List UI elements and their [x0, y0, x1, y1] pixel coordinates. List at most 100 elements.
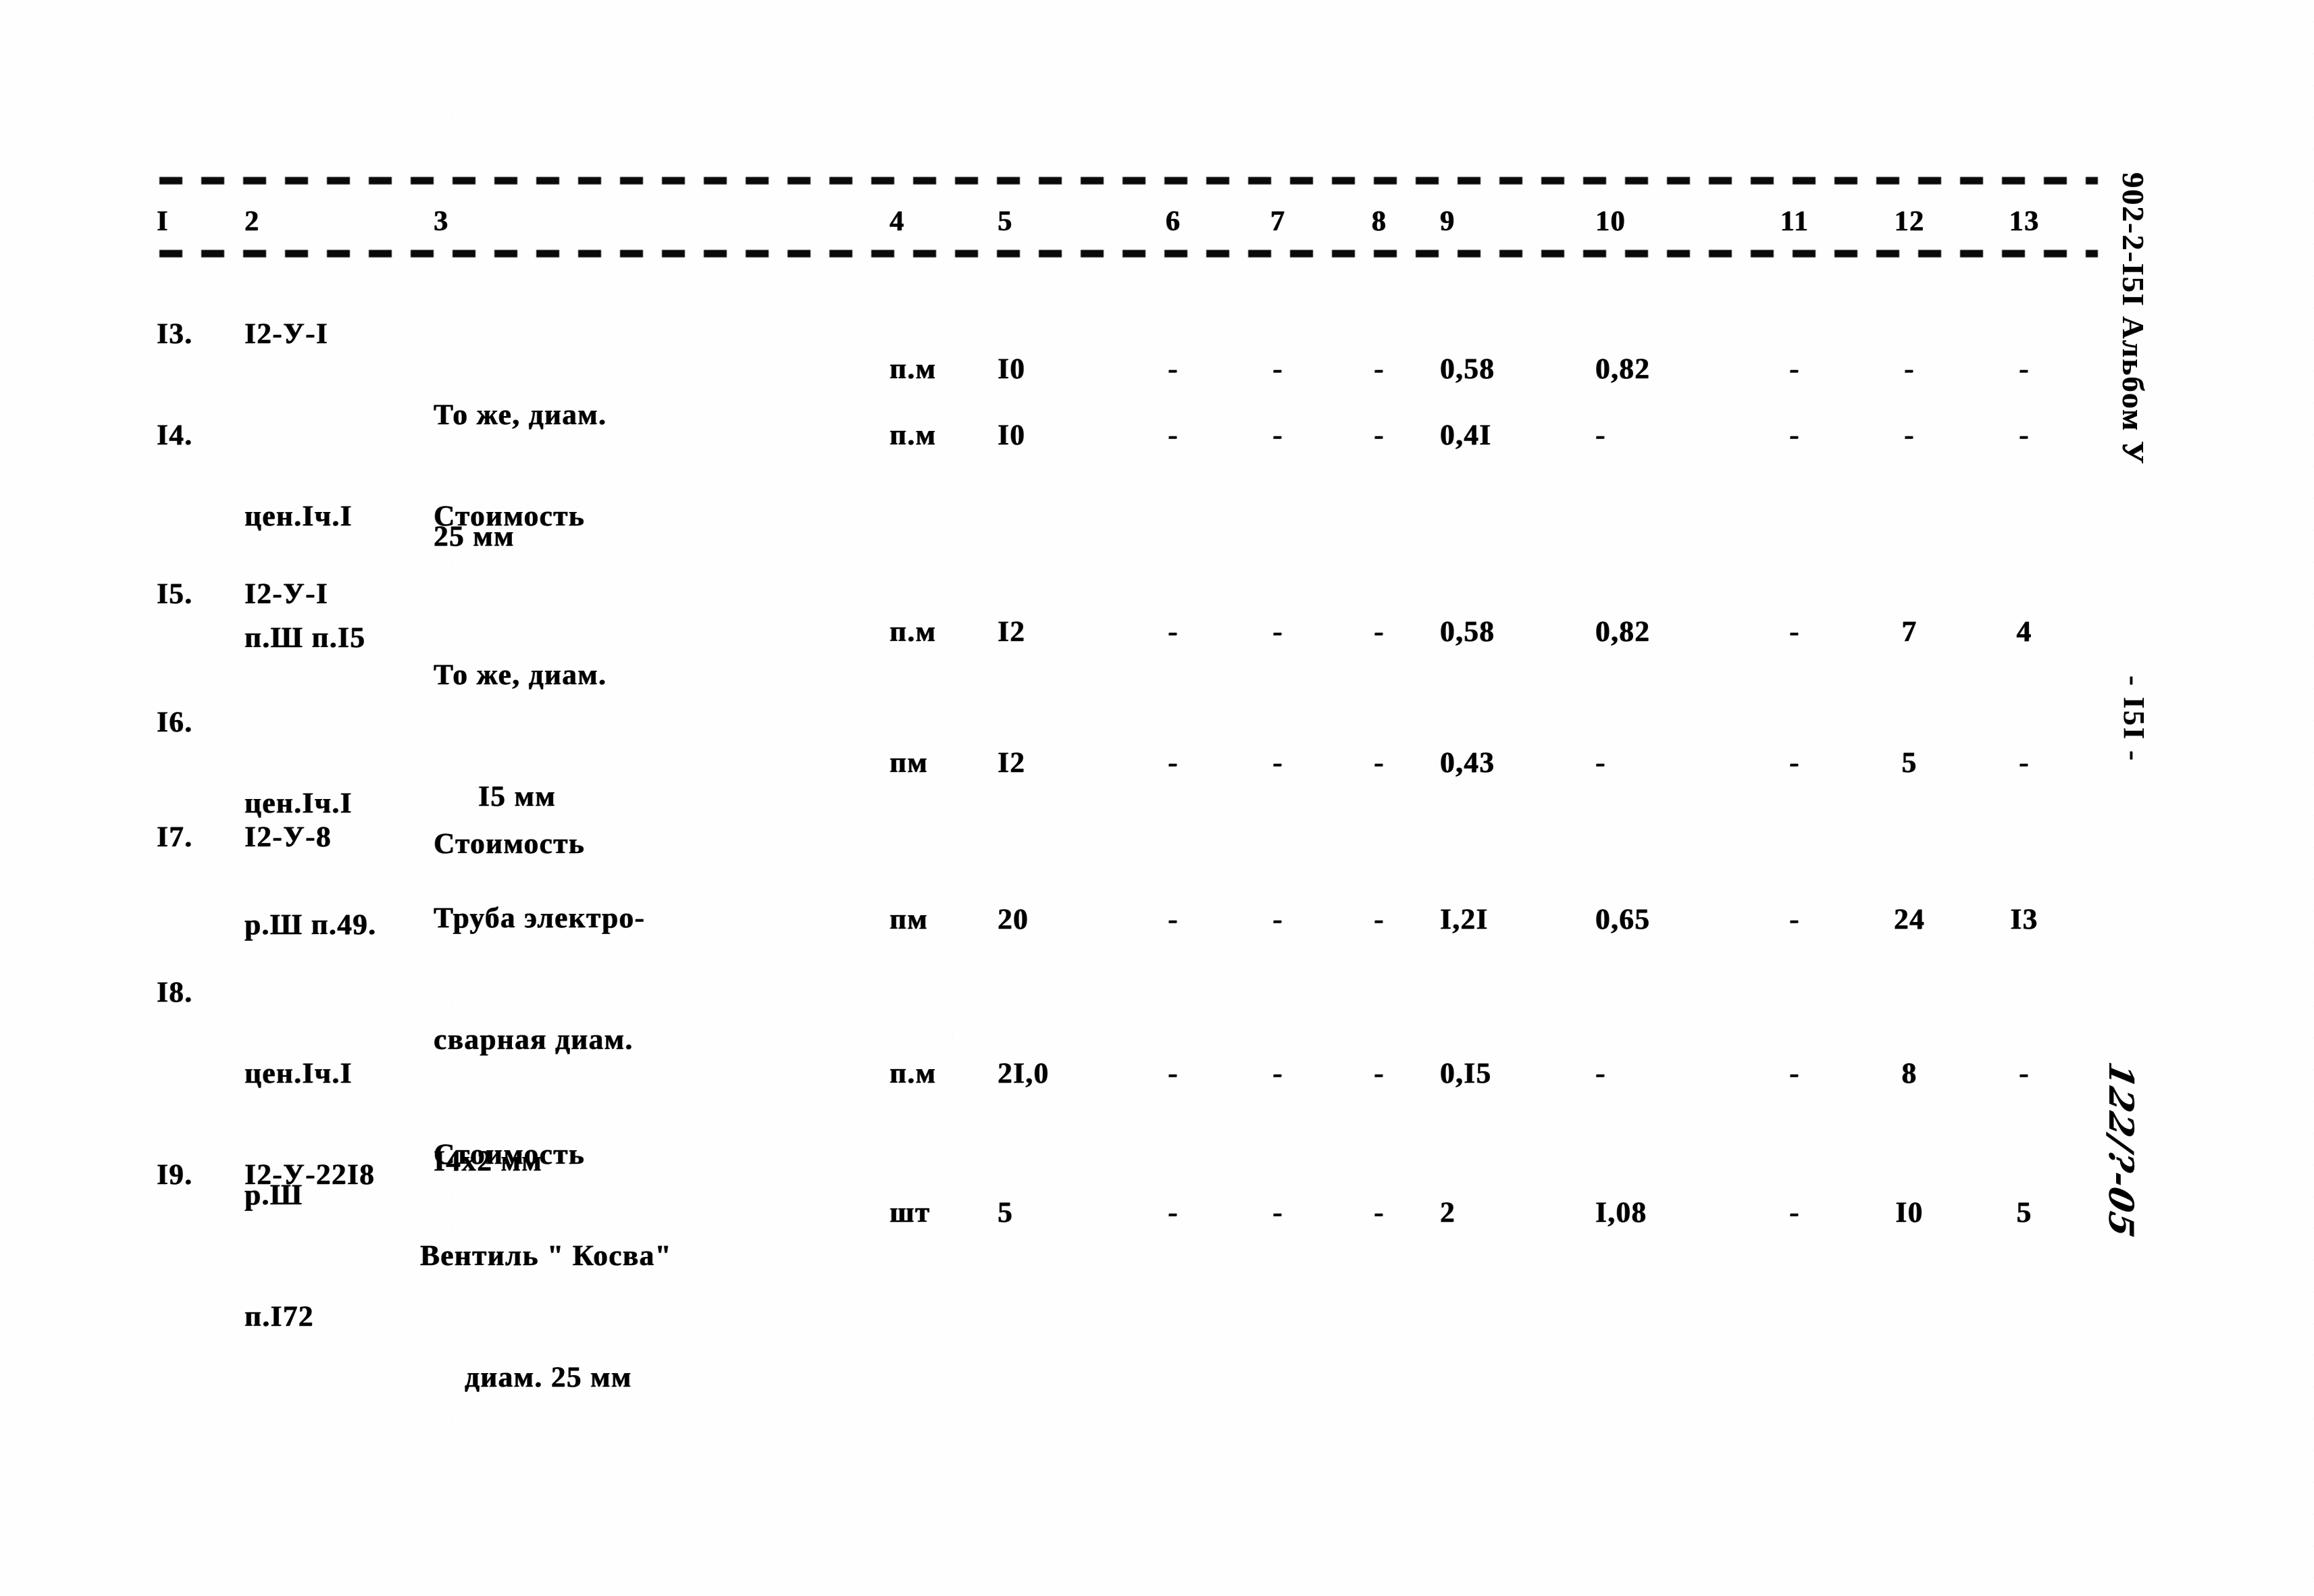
row-col8: - [1374, 1058, 1385, 1089]
row-col11: - [1789, 419, 1800, 451]
row-col13: - [2019, 419, 2030, 451]
row-index: I5. [157, 578, 193, 610]
row-col13: - [2019, 353, 2030, 385]
handwritten-note: 122/?-05 [2101, 1058, 2141, 1242]
row-code-line: цен.Iч.I [245, 1058, 353, 1089]
column-header-8: 8 [1371, 206, 1387, 237]
row-col10: 0,82 [1595, 616, 1651, 648]
row-col13: - [2019, 747, 2030, 779]
row-col12: - [1904, 353, 1915, 385]
row-col8: - [1374, 616, 1385, 648]
row-index: I8. [157, 977, 193, 1008]
row-unit: пм [890, 747, 929, 779]
row-col10: - [1595, 747, 1606, 779]
description-line: диам. 25 мм [465, 1362, 632, 1393]
row-col6: - [1168, 1058, 1179, 1089]
row-code: I2-У-I [245, 318, 329, 350]
row-col9: 0,43 [1440, 747, 1495, 779]
row-col9: 2 [1440, 1197, 1456, 1229]
description-line: Стоимость [434, 500, 585, 532]
row-col12: - [1904, 419, 1915, 451]
row-col8: - [1374, 419, 1385, 451]
row-code-line: п.I72 [245, 1301, 314, 1333]
row-unit: п.м [890, 419, 937, 451]
row-col12: 8 [1901, 1058, 1918, 1089]
row-col13: I3 [2010, 904, 2038, 935]
row-col11: - [1789, 1197, 1800, 1229]
row-col9: 0,58 [1440, 353, 1495, 385]
table-row: I5. I2-У-I То же, диам. I5 мм п.м I2 - -… [157, 574, 2088, 813]
row-unit: п.м [890, 616, 937, 648]
row-col6: - [1168, 419, 1179, 451]
column-header-13: 13 [2009, 206, 2040, 237]
row-unit: п.м [890, 1058, 937, 1089]
row-qty: I2 [998, 747, 1026, 779]
row-col11: - [1789, 904, 1800, 935]
row-col6: - [1168, 1197, 1179, 1229]
table-header-bottom-rule [159, 250, 2098, 257]
row-col13: 5 [2016, 1197, 2032, 1229]
row-unit: шт [890, 1197, 931, 1229]
column-header-3: 3 [434, 206, 449, 237]
row-col7: - [1272, 353, 1283, 385]
row-code-line: цен.Iч.I [245, 500, 353, 532]
row-col7: - [1272, 1058, 1283, 1089]
row-col10: I,08 [1595, 1197, 1647, 1229]
row-col10: - [1595, 1058, 1606, 1089]
column-header-5: 5 [998, 206, 1013, 237]
table-row: I6. цен.Iч.I р.Ш п.49. Стоимость пм I2 -… [157, 702, 2088, 941]
row-col12: 24 [1894, 904, 1925, 935]
row-col6: - [1168, 616, 1179, 648]
row-col7: - [1272, 747, 1283, 779]
row-qty: I0 [998, 419, 1026, 451]
row-col11: - [1789, 1058, 1800, 1089]
row-col10: - [1595, 419, 1606, 451]
row-code: I2-У-8 [245, 821, 332, 853]
table-row: I9. I2-У-22I8 Вентиль " Косва" диам. 25 … [157, 1155, 2088, 1393]
row-col9: 0,58 [1440, 616, 1495, 648]
column-header-10: 10 [1595, 206, 1626, 237]
row-index: I4. [157, 419, 193, 451]
description-line: Труба электро- [434, 902, 646, 934]
row-col11: - [1789, 616, 1800, 648]
row-col9: I,2I [1440, 904, 1489, 935]
row-unit: пм [890, 904, 929, 935]
row-index: I6. [157, 706, 193, 738]
description-line: Вентиль " Косва" [420, 1240, 672, 1272]
row-col13: 4 [2016, 616, 2032, 648]
row-qty: 20 [998, 904, 1029, 935]
document-page: I 2 3 4 5 6 7 8 9 10 11 12 13 I3. I2-У-I… [0, 0, 2314, 1596]
column-header-2: 2 [245, 206, 260, 237]
row-qty: I2 [998, 616, 1026, 648]
table-row: I3. I2-У-I То же, диам. 25 мм п.м I0 - -… [157, 314, 2088, 552]
table-row: I7. I2-У-8 Труба электро- сварная диам. … [157, 817, 2088, 1177]
row-col6: - [1168, 353, 1179, 385]
column-header-1: I [157, 206, 169, 237]
row-col8: - [1374, 1197, 1385, 1229]
row-col6: - [1168, 747, 1179, 779]
row-col8: - [1374, 747, 1385, 779]
album-code-stamp: 902-2-I5I Альбом У [2116, 172, 2151, 465]
description-line: То же, диам. [434, 659, 607, 691]
column-header-9: 9 [1440, 206, 1456, 237]
column-header-6: 6 [1165, 206, 1181, 237]
row-index: I3. [157, 318, 193, 350]
row-col12: 5 [1901, 747, 1918, 779]
column-header-7: 7 [1270, 206, 1286, 237]
row-col11: - [1789, 353, 1800, 385]
row-qty: I0 [998, 353, 1026, 385]
row-col11: - [1789, 747, 1800, 779]
row-col9: 0,4I [1440, 419, 1492, 451]
row-col12: 7 [1901, 616, 1918, 648]
row-col7: - [1272, 419, 1283, 451]
column-header-11: 11 [1780, 206, 1809, 237]
row-col8: - [1374, 904, 1385, 935]
row-index: I7. [157, 821, 193, 853]
row-col8: - [1374, 353, 1385, 385]
specification-table: I 2 3 4 5 6 7 8 9 10 11 12 13 I3. I2-У-I… [157, 169, 2088, 1393]
row-col13: - [2019, 1058, 2030, 1089]
table-row: I4. цен.Iч.I п.Ш п.I5 Стоимость п.м I0 -… [157, 415, 2088, 654]
column-header-12: 12 [1894, 206, 1925, 237]
row-col7: - [1272, 904, 1283, 935]
row-code: I2-У-I [245, 578, 329, 610]
